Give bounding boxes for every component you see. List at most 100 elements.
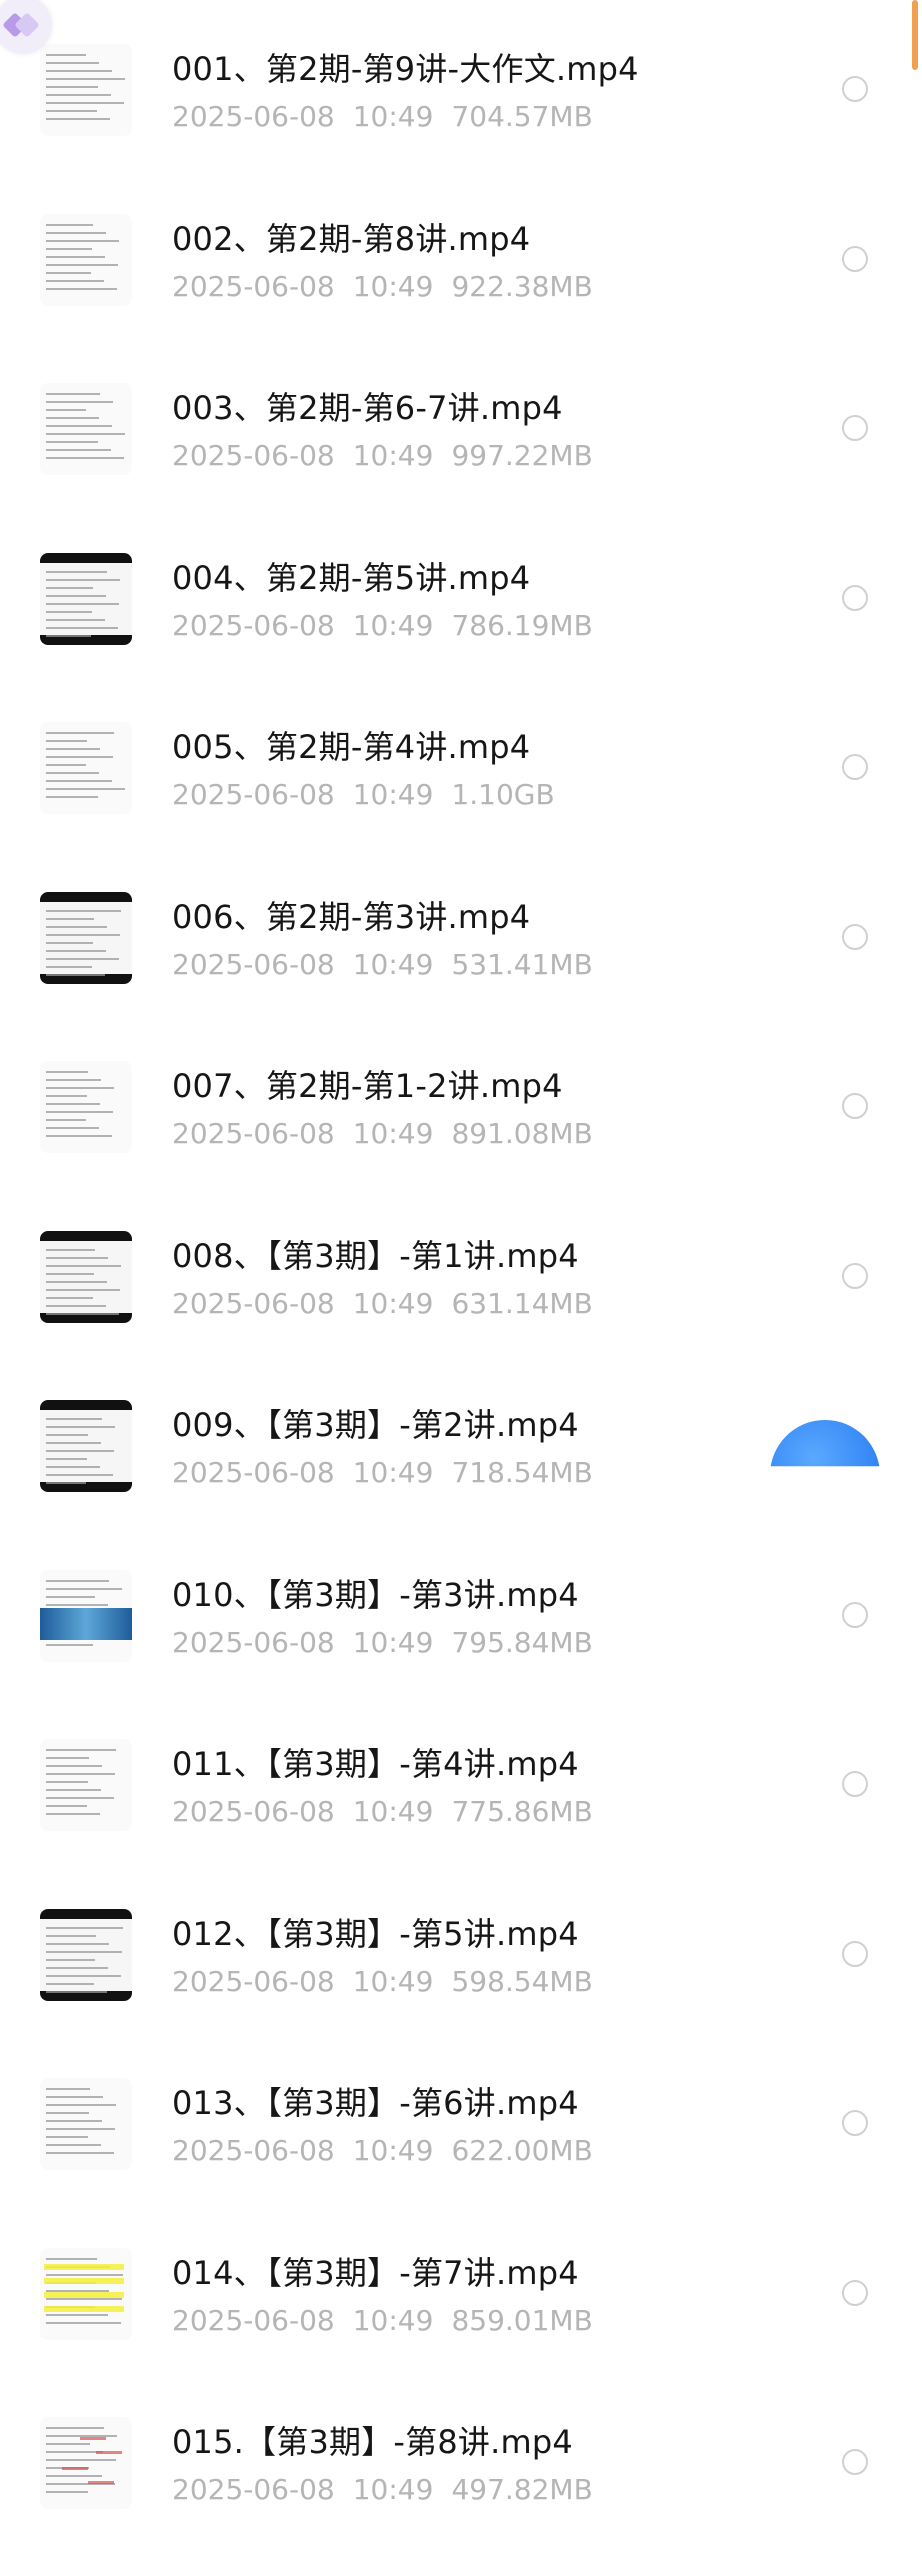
thumbnail-highlight xyxy=(44,2291,124,2298)
file-size: 795.84MB xyxy=(451,1625,593,1659)
file-date: 2025-06-08 xyxy=(172,1625,335,1659)
file-size: 891.08MB xyxy=(451,1117,593,1150)
file-name: 012、【第3期】-第5讲.mp4 xyxy=(172,1914,579,1953)
list-item[interactable]: 013、【第3期】-第6讲.mp4 2025-06-08 10:49 622.00MB xyxy=(0,2034,922,2204)
thumbnail-text-line xyxy=(46,578,120,581)
thumbnail-text-line xyxy=(46,1248,95,1251)
file-date: 2025-06-08 xyxy=(172,100,335,133)
file-meta: 2025-06-08 10:49 718.54MB xyxy=(172,1456,611,1489)
thumbnail-text-line xyxy=(46,618,105,621)
thumbnail-text-line xyxy=(46,433,125,435)
file-size: 997.22MB xyxy=(451,439,593,472)
select-radio-icon[interactable] xyxy=(842,1262,868,1289)
thumbnail-text-line xyxy=(46,1643,93,1646)
list-item[interactable]: 004、第2期-第5讲.mp4 2025-06-08 10:49 786.19MB xyxy=(0,509,922,679)
list-item[interactable]: 012、【第3期】-第5讲.mp4 2025-06-08 10:49 598.54MB xyxy=(0,1865,922,2035)
thumbnail-text-line xyxy=(46,1595,95,1598)
file-meta: 2025-06-08 10:49 786.19MB xyxy=(172,609,611,642)
video-thumbnail xyxy=(40,383,132,475)
thumbnail-highlight xyxy=(44,2263,124,2270)
video-thumbnail xyxy=(40,552,132,645)
file-name: 013、【第3期】-第6讲.mp4 xyxy=(172,2084,579,2122)
select-radio-icon[interactable] xyxy=(842,2449,868,2475)
thumbnail-text-line xyxy=(46,2144,101,2146)
list-item[interactable]: 014、【第3期】-第7讲.mp4 2025-06-08 10:49 859.01MB xyxy=(0,2204,922,2374)
list-item[interactable]: 006、第2期-第3讲.mp4 2025-06-08 10:49 531.41MB xyxy=(0,848,922,1018)
select-radio-icon[interactable] xyxy=(842,754,868,780)
thumbnail-text-line xyxy=(46,602,119,605)
select-radio-icon[interactable] xyxy=(842,245,868,272)
file-meta: 2025-06-08 10:49 775.86MB xyxy=(172,1795,611,1828)
list-item[interactable]: 007、第2期-第1-2讲.mp4 2025-06-08 10:49 891.08MB xyxy=(0,1017,922,1187)
file-time: 10:49 xyxy=(352,1117,434,1150)
list-item[interactable]: 015.【第3期】-第8讲.mp4 2025-06-08 10:49 497.82MB xyxy=(0,2373,922,2543)
scrollbar-thumb[interactable] xyxy=(912,0,918,70)
thumbnail-text-line xyxy=(46,1087,114,1089)
select-radio-icon[interactable] xyxy=(842,76,868,102)
select-radio-icon[interactable] xyxy=(842,1601,868,1628)
file-time: 10:49 xyxy=(352,947,434,981)
thumbnail-text-line xyxy=(46,1765,102,1767)
video-thumbnail xyxy=(40,891,132,984)
thumbnail-text-line xyxy=(46,2427,104,2429)
list-item[interactable]: 001、第2期-第9讲-大作文.mp4 2025-06-08 10:49 704.57… xyxy=(0,0,922,170)
thumbnail-page xyxy=(40,383,132,475)
select-radio-icon[interactable] xyxy=(842,1093,868,1119)
thumbnail-text-line xyxy=(46,441,98,443)
file-list-page: 001、第2期-第9讲-大作文.mp4 2025-06-08 10:49 704.57… xyxy=(0,0,922,2560)
file-time: 10:49 xyxy=(352,2303,434,2337)
thumbnail-text-line xyxy=(46,586,93,589)
thumbnail-text-line xyxy=(46,1950,122,1953)
list-item[interactable]: 008、【第3期】-第1讲.mp4 2025-06-08 10:49 631.14MB xyxy=(0,1187,922,1357)
video-thumbnail xyxy=(40,1061,132,1153)
select-radio-icon[interactable] xyxy=(842,415,868,441)
thumbnail-text-line xyxy=(46,570,107,573)
file-size: 631.14MB xyxy=(451,1286,593,1320)
thumbnail-text-line xyxy=(46,1434,88,1436)
list-item[interactable]: 002、第2期-第8讲.mp4 2025-06-08 10:49 922.38MB xyxy=(0,170,922,340)
thumbnail-text-line xyxy=(46,54,86,56)
file-name: 004、第2期-第5讲.mp4 xyxy=(172,558,531,597)
select-radio-icon[interactable] xyxy=(842,2279,868,2306)
file-date: 2025-06-08 xyxy=(172,269,335,303)
thumbnail-page xyxy=(40,722,132,814)
thumbnail-text-line xyxy=(46,409,86,411)
file-date: 2025-06-08 xyxy=(172,1286,335,1320)
thumbnail-text-line xyxy=(46,594,106,597)
file-name: 009、【第3期】-第2讲.mp4 xyxy=(172,1406,579,1444)
video-thumbnail xyxy=(40,2247,132,2340)
thumbnail-text-line xyxy=(46,78,125,80)
file-size: 622.00MB xyxy=(451,2134,593,2167)
thumbnail-banner xyxy=(40,1607,132,1640)
file-name: 014、【第3期】-第7讲.mp4 xyxy=(172,2253,579,2292)
thumbnail-annotation xyxy=(62,2467,88,2470)
file-time: 10:49 xyxy=(352,2134,434,2167)
file-name: 015.【第3期】-第8讲.mp4 xyxy=(172,2423,573,2461)
thumbnail-text-line xyxy=(46,223,93,226)
thumbnail-text-line xyxy=(46,1797,114,1799)
list-item[interactable]: 005、第2期-第4讲.mp4 2025-06-08 10:49 1.10GB xyxy=(0,678,922,848)
thumbnail-text-line xyxy=(46,1458,87,1460)
list-item[interactable]: 010、【第3期】-第3讲.mp4 2025-06-08 10:49 795.84MB xyxy=(0,1526,922,1696)
file-size: 704.57MB xyxy=(451,100,593,133)
list-item[interactable]: 011、【第3期】-第4讲.mp4 2025-06-08 10:49 775.86MB xyxy=(0,1695,922,1865)
select-radio-icon[interactable] xyxy=(842,1940,868,1967)
thumbnail-text-line xyxy=(46,1789,101,1791)
thumbnail-text-line xyxy=(46,2273,123,2276)
file-size: 718.54MB xyxy=(451,1456,593,1489)
thumbnail-text-line xyxy=(46,740,87,742)
select-radio-icon[interactable] xyxy=(842,584,868,611)
thumbnail-text-line xyxy=(46,1119,86,1121)
select-radio-icon[interactable] xyxy=(842,1771,868,1797)
list-item[interactable]: 003、第2期-第6-7讲.mp4 2025-06-08 10:49 997.22MB xyxy=(0,339,922,509)
video-thumbnail xyxy=(40,2078,132,2170)
thumbnail-annotation xyxy=(80,2437,106,2440)
file-meta: 2025-06-08 10:49 1.10GB xyxy=(172,778,573,811)
select-radio-icon[interactable] xyxy=(842,923,868,950)
file-size: 786.19MB xyxy=(451,608,593,642)
file-name: 001、第2期-第9讲-大作文.mp4 xyxy=(172,50,639,88)
thumbnail-text-line xyxy=(46,772,99,774)
thumbnail-text-line xyxy=(46,271,91,274)
thumbnail-text-line xyxy=(46,2136,88,2138)
select-radio-icon[interactable] xyxy=(842,2110,868,2136)
